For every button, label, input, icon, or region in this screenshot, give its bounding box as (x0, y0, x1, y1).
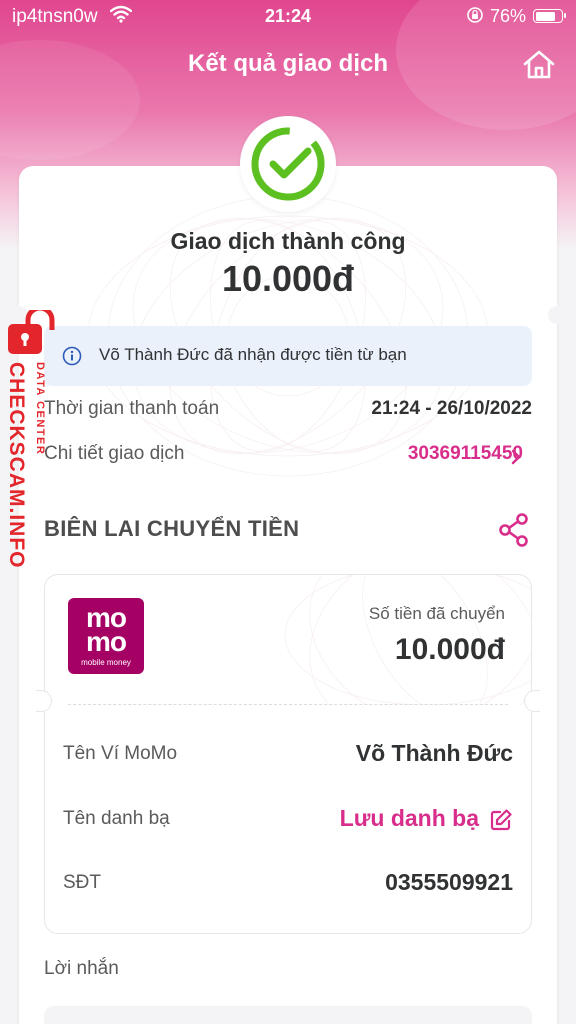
rotation-lock-icon (467, 7, 483, 23)
phone-value: 0355509921 (385, 869, 513, 895)
info-banner: Võ Thành Đức đã nhận được tiền từ bạn (44, 326, 532, 386)
sent-amount-value: 10.000đ (394, 633, 505, 666)
phone-label: SĐT (63, 872, 101, 893)
info-icon (62, 346, 82, 366)
ticket-notch (548, 306, 566, 324)
message-label: Lời nhắn (44, 958, 119, 979)
logo-text: mo (86, 626, 127, 657)
chevron-right-icon[interactable] (510, 448, 522, 466)
watermark-text: CHECKSCAM.INFO (5, 362, 28, 569)
share-icon[interactable] (498, 513, 530, 547)
watermark: CHECKSCAM.INFO DATA CENTER (0, 310, 60, 590)
check-circle-icon (251, 127, 325, 201)
status-bar: ip4tnsn0w 21:24 76% (0, 0, 576, 34)
edit-icon[interactable] (489, 808, 513, 832)
message-box (44, 1006, 532, 1024)
receipt-notch (524, 690, 540, 712)
receipt-section-title: BIÊN LAI CHUYỂN TIỀN (44, 516, 300, 541)
watermark-subtext: DATA CENTER (34, 362, 46, 456)
padlock-icon (8, 310, 55, 354)
transaction-detail-label: Chi tiết giao dịch (44, 443, 185, 464)
wallet-name-value: Võ Thành Đức (355, 740, 513, 766)
transaction-amount: 10.000đ (221, 258, 355, 299)
info-message: Võ Thành Đức đã nhận được tiền từ bạn (99, 345, 407, 364)
payment-time-value: 21:24 - 26/10/2022 (371, 398, 532, 419)
wallet-name-label: Tên Ví MoMo (63, 743, 178, 764)
page-title: Kết quả giao dịch (187, 50, 388, 77)
sent-amount-label: Số tiền đã chuyển (368, 604, 505, 623)
payment-time-label: Thời gian thanh toán (44, 398, 220, 419)
momo-logo: mo mo mobile money (68, 598, 144, 674)
dashed-divider (68, 704, 508, 705)
transaction-id: 30369115450 (407, 443, 523, 464)
save-contact-link[interactable]: Lưu danh bạ (340, 805, 479, 832)
success-badge (240, 116, 336, 212)
battery-icon (533, 9, 566, 23)
success-title: Giao dịch thành công (170, 228, 406, 254)
logo-tagline: mobile money (81, 658, 131, 667)
home-icon[interactable] (522, 50, 556, 80)
battery-percent: 76% (490, 6, 527, 26)
battery-level (535, 11, 555, 21)
contact-name-label: Tên danh bạ (63, 808, 170, 829)
transaction-id-link[interactable]: 30369115450 (408, 443, 523, 465)
